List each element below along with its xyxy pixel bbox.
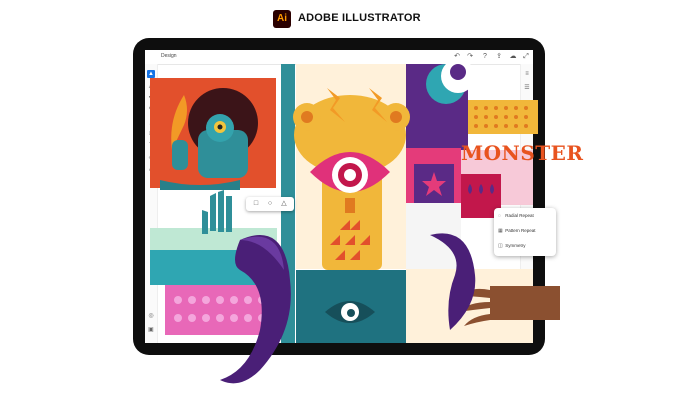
properties-icon[interactable]: ≡ (523, 70, 531, 78)
circle-icon[interactable]: ○ (266, 200, 274, 208)
document-tab[interactable]: Design (161, 53, 177, 59)
page-title: ADOBE ILLUSTRATOR (298, 12, 421, 24)
menu-item-pattern-repeat[interactable]: ▦ Pattern Repeat (498, 226, 554, 236)
top-toolbar: Design ↶ ↷ ? ⇪ ☁ ⤢ (145, 50, 533, 65)
share-icon[interactable]: ⇪ (495, 53, 503, 61)
menu-item-label: Symmetry (505, 243, 526, 248)
radial-repeat-icon: ◌ (498, 213, 501, 219)
pen-icon[interactable]: ✒ (147, 94, 155, 102)
layers-icon[interactable]: ☰ (523, 84, 531, 92)
brush-icon[interactable]: ∫ (147, 118, 155, 126)
symmetry-icon: ◫ (498, 243, 503, 249)
shape-icon[interactable]: □ (147, 130, 155, 138)
select-icon[interactable]: ▲ (147, 70, 155, 78)
cloud-icon[interactable]: ☁ (509, 53, 517, 61)
pencil-icon[interactable]: ✎ (147, 106, 155, 114)
monster-word: MONSTER (461, 141, 584, 165)
menu-item-symmetry[interactable]: ◫ Symmetry (498, 241, 554, 251)
help-icon[interactable]: ? (481, 53, 489, 61)
grid-repeat-icon: ▦ (498, 228, 503, 234)
undo-icon[interactable]: ↶ (453, 53, 461, 61)
image-icon[interactable]: ▣ (147, 326, 155, 334)
illustrator-logo-icon: Ai (273, 10, 291, 28)
menu-item-label: Radial Repeat (505, 213, 534, 218)
camera-icon[interactable]: ◎ (147, 312, 155, 320)
redo-icon[interactable]: ↷ (466, 53, 474, 61)
left-toolbar: ▲ △ ✒ ✎ ∫ □ T ◇ ⌀ ◎ ▣ (145, 64, 158, 343)
app-screen: Design ↶ ↷ ? ⇪ ☁ ⤢ ▲ △ ✒ ✎ ∫ □ T ◇ ⌀ ◎ ▣… (145, 50, 533, 343)
right-panel-rail: ≡ ☰ (520, 64, 533, 343)
floating-toolbar: □ ○ △ (246, 197, 294, 211)
direct-select-icon[interactable]: △ (147, 82, 155, 90)
type-icon[interactable]: T (147, 142, 155, 150)
page-header: Ai ADOBE ILLUSTRATOR (0, 10, 679, 30)
eyedropper-icon[interactable]: ⌀ (147, 166, 155, 174)
expand-icon[interactable]: ⤢ (522, 53, 530, 61)
menu-item-radial-repeat[interactable]: ◌ Radial Repeat (498, 211, 554, 221)
square-icon[interactable]: □ (252, 200, 260, 208)
triangle-icon[interactable]: △ (280, 200, 288, 208)
repeat-context-menu: ◌ Radial Repeat ▦ Pattern Repeat ◫ Symme… (494, 208, 556, 256)
menu-item-label: Pattern Repeat (505, 228, 536, 233)
eraser-icon[interactable]: ◇ (147, 154, 155, 162)
